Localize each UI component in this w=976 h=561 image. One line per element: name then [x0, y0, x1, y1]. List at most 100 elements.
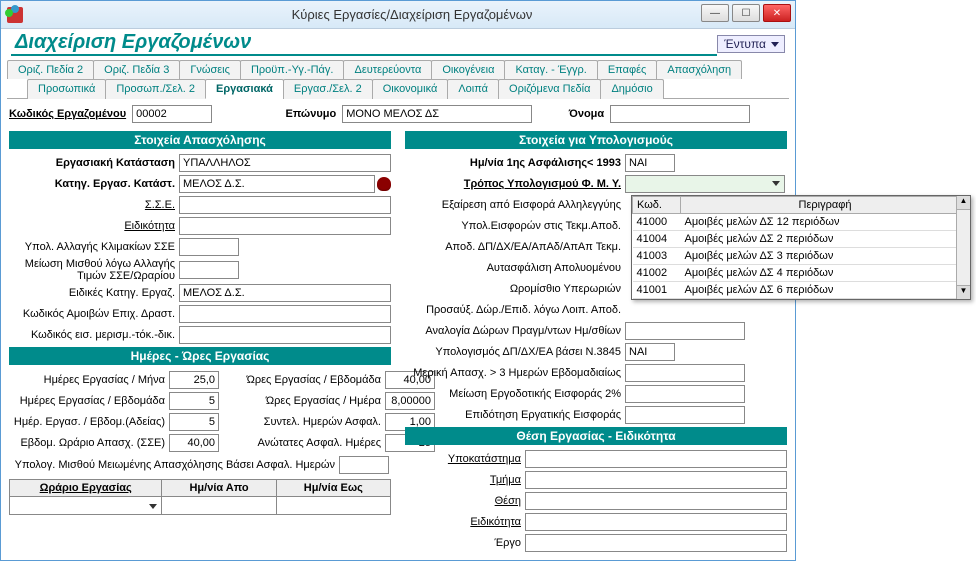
special-cat-input[interactable] [179, 284, 391, 302]
tabs: Οριζ. Πεδία 2 Οριζ. Πεδία 3 Γνώσεις Προϋ… [1, 60, 795, 99]
days-week-leave-input[interactable] [169, 413, 219, 431]
tab-records[interactable]: Καταγ. - Έγγρ. [504, 60, 597, 79]
popup-col-desc[interactable]: Περιγραφή [681, 197, 970, 214]
worker-subsidy-input[interactable] [625, 406, 745, 424]
section-days-hours-header: Ημέρες - Ώρες Εργασίας [9, 347, 391, 365]
tab-secondary[interactable]: Δευτερεύοντα [343, 60, 432, 79]
part-time-3days-input[interactable] [625, 364, 745, 382]
tab-employment[interactable]: Απασχόληση [656, 60, 742, 79]
hours-day-label: Ώρες Εργασίας / Ημέρα [225, 395, 385, 407]
popup-row[interactable]: 41000Αμοιβές μελών ΔΣ 12 περιόδων [633, 214, 970, 231]
print-dropdown-button[interactable]: Έντυπα [717, 35, 785, 53]
days-month-input[interactable] [169, 371, 219, 389]
reduced-salary-calc-label: Υπολογ. Μισθού Μειωμένης Απασχόλησης Βάσ… [9, 459, 339, 471]
tabs-row1: Οριζ. Πεδία 2 Οριζ. Πεδία 3 Γνώσεις Προϋ… [7, 60, 789, 79]
worker-subsidy-label: Επιδότηση Εργατικής Εισφοράς [405, 409, 625, 421]
schedule-shift-cell[interactable] [10, 497, 162, 515]
work-status-cat-label: Κατηγ. Εργασ. Κατάστ. [9, 178, 179, 190]
tab-personal-p2[interactable]: Προσωπ./Σελ. 2 [105, 79, 206, 99]
maximize-button[interactable]: ☐ [732, 4, 760, 22]
fmy-calc-dropdown[interactable] [625, 175, 785, 193]
project-input[interactable] [525, 534, 787, 552]
contrib-on-presumed-label: Υπολ.Εισφορών στις Τεκμ.Αποδ. [405, 220, 625, 232]
tab-personal[interactable]: Προσωπικά [27, 79, 106, 99]
minimize-button[interactable]: — [701, 4, 729, 22]
scroll-up-icon[interactable] [957, 196, 970, 210]
schedule-col-to[interactable]: Ημ/νία Εως [276, 480, 390, 497]
first-insurance-input[interactable] [625, 154, 675, 172]
department-input[interactable] [525, 471, 787, 489]
weekly-schedule-sse-label: Εβδομ. Ωράριο Απασχ. (ΣΣΕ) [9, 437, 169, 449]
branch-input[interactable] [525, 450, 787, 468]
overtime-rate-label: Ωρομίσθιο Υπερωριών [405, 283, 625, 295]
app-icon [7, 7, 23, 23]
schedule-from-cell[interactable] [162, 497, 276, 515]
employee-code-input[interactable] [132, 105, 212, 123]
name-input[interactable] [610, 105, 750, 123]
weekly-schedule-sse-input[interactable] [169, 434, 219, 452]
salary-reduction-label: Μείωση Μισθού λόγω Αλλαγής Τιμών ΣΣΕ/Ωρα… [9, 258, 179, 282]
activity-pay-code-input[interactable] [179, 305, 391, 323]
alert-bell-icon[interactable] [377, 177, 391, 191]
schedule-col-shift[interactable]: Ωράριο Εργασίας [10, 480, 162, 497]
tab-horiz-fields-3[interactable]: Οριζ. Πεδία 3 [93, 60, 180, 79]
salary-reduction-input[interactable] [179, 261, 239, 279]
gift-ratio-input[interactable] [625, 322, 745, 340]
reduced-salary-calc-input[interactable] [339, 456, 389, 474]
solidarity-exempt-label: Εξαίρεση από Εισφορά Αλληλεγγύης [405, 199, 625, 211]
tab-public[interactable]: Δημόσιο [600, 79, 663, 99]
popup-row[interactable]: 41003Αμοιβές μελών ΔΣ 3 περιόδων [633, 248, 970, 265]
days-week-input[interactable] [169, 392, 219, 410]
popup-col-code[interactable]: Κωδ. [633, 197, 681, 214]
titlebar: Κύριες Εργασίες/Διαχείριση Εργαζομένων —… [1, 1, 795, 29]
tabs-row2: Προσωπικά Προσωπ./Σελ. 2 Εργασιακά Εργασ… [27, 79, 789, 99]
sse-label: Σ.Σ.Ε. [9, 199, 179, 211]
tab-proyp[interactable]: Προϋπ.-Υγ.-Πάγ. [240, 60, 345, 79]
tab-work-p2[interactable]: Εργασ./Σελ. 2 [283, 79, 373, 99]
position-input[interactable] [525, 492, 787, 510]
self-insure-label: Αυτασφάλιση Απολυομένου [405, 262, 625, 274]
specialty-input[interactable] [179, 217, 391, 235]
work-status-input[interactable] [179, 154, 391, 172]
employee-code-label: Κωδικός Εργαζομένου [9, 108, 126, 120]
fmy-dropdown-popup: Κωδ. Περιγραφή 41000Αμοιβές μελών ΔΣ 12 … [631, 195, 971, 300]
employer-2pct-label: Μείωση Εργοδοτικής Εισφοράς 2% [405, 388, 625, 400]
work-status-label: Εργασιακή Κατάσταση [9, 157, 179, 169]
position-label: Θέση [405, 495, 525, 507]
branch-label: Υποκατάστημα [405, 453, 525, 465]
schedule-to-cell[interactable] [276, 497, 390, 515]
tab-knowledge[interactable]: Γνώσεις [179, 60, 241, 79]
tab-defined-fields[interactable]: Οριζόμενα Πεδία [498, 79, 601, 99]
n3845-input[interactable] [625, 343, 675, 361]
department-label: Τμήμα [405, 474, 525, 486]
tab-contacts[interactable]: Επαφές [597, 60, 657, 79]
hours-week-label: Ώρες Εργασίας / Εβδομάδα [225, 374, 385, 386]
close-button[interactable]: ✕ [763, 4, 791, 22]
popup-row[interactable]: 41002Αμοιβές μελών ΔΣ 4 περιόδων [633, 265, 970, 282]
specialty-label: Ειδικότητα [9, 220, 179, 232]
employer-2pct-input[interactable] [625, 385, 745, 403]
tab-financial[interactable]: Οικονομικά [372, 79, 449, 99]
schedule-col-from[interactable]: Ημ/νία Απο [162, 480, 276, 497]
tab-other[interactable]: Λοιπά [447, 79, 499, 99]
project-label: Έργο [405, 537, 525, 549]
tab-work[interactable]: Εργασιακά [205, 79, 284, 99]
n3845-label: Υπολογισμός ΔΠ/ΔΧ/ΕΑ βάσει Ν.3845 [405, 346, 625, 358]
part-time-3days-label: Μερική Απασχ. > 3 Ημερών Εβδομαδιαίως [405, 367, 625, 379]
job-specialty-input[interactable] [525, 513, 787, 531]
presumed-income-label: Αποδ. ΔΠ/ΔΧ/ΕΑ/ΑπΑδ/ΑπΑπ Τεκμ. [405, 241, 625, 253]
activity-pay-code-label: Κωδικός Αμοιβών Επιχ. Δραστ. [9, 308, 179, 320]
scroll-down-icon[interactable] [957, 285, 970, 299]
tab-family[interactable]: Οικογένεια [431, 60, 505, 79]
schedule-row[interactable] [10, 497, 391, 515]
popup-scrollbar[interactable] [956, 196, 970, 299]
work-status-cat-input[interactable] [179, 175, 375, 193]
surname-input[interactable] [342, 105, 532, 123]
sse-step-input[interactable] [179, 238, 239, 256]
popup-row[interactable]: 41004Αμοιβές μελών ΔΣ 2 περιόδων [633, 231, 970, 248]
sse-input[interactable] [179, 196, 391, 214]
job-specialty-label: Ειδικότητα [405, 516, 525, 528]
popup-row[interactable]: 41001Αμοιβές μελών ΔΣ 6 περιόδων [633, 282, 970, 299]
tab-horiz-fields-2[interactable]: Οριζ. Πεδία 2 [7, 60, 94, 79]
dividend-code-input[interactable] [179, 326, 391, 344]
